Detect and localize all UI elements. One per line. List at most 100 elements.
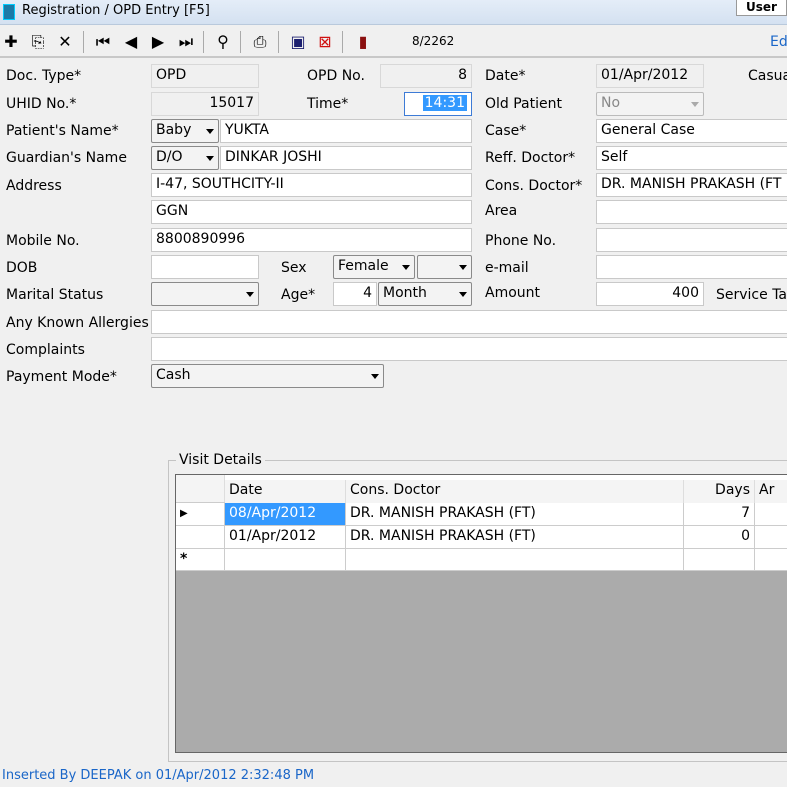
- doc-type-field[interactable]: OPD: [151, 64, 259, 88]
- new-row[interactable]: *: [176, 549, 787, 571]
- patient-prefix-dropdown[interactable]: Baby: [151, 119, 219, 143]
- age-unit-dropdown[interactable]: Month: [378, 282, 472, 306]
- address-line2-field[interactable]: GGN: [151, 200, 472, 224]
- cons-doctor-field[interactable]: DR. MANISH PRAKASH (FT: [596, 173, 787, 197]
- email-field[interactable]: [596, 255, 787, 279]
- delete-icon[interactable]: ✕: [54, 30, 76, 54]
- toolbar: ✚ ⎘ ✕ ⏮ ◀ ▶ ⏭ ⚲ ⎙ ▣ ⊠ ▮ 8/2262 Ed: [0, 26, 787, 58]
- marital-status-dropdown[interactable]: [151, 282, 259, 306]
- age-unit-value: Month: [383, 285, 427, 301]
- add-icon[interactable]: ✚: [0, 30, 22, 54]
- prefix-value: Baby: [156, 122, 192, 138]
- visit-doctor-cell[interactable]: DR. MANISH PRAKASH (FT): [346, 503, 684, 525]
- title-bar: Registration / OPD Entry [F5] User: [0, 0, 787, 25]
- patient-name-field[interactable]: YUKTA: [220, 119, 472, 143]
- case-label: Case*: [485, 123, 527, 139]
- date-field[interactable]: 01/Apr/2012: [596, 64, 704, 88]
- separator: [240, 31, 241, 53]
- table-row[interactable]: ▶ 08/Apr/2012 DR. MANISH PRAKASH (FT) 7: [176, 503, 787, 526]
- service-tax-label: Service Ta: [716, 287, 787, 303]
- reff-doctor-label: Reff. Doctor*: [485, 150, 576, 166]
- time-field[interactable]: 14:31: [404, 92, 472, 116]
- mobile-field[interactable]: 8800890996: [151, 228, 472, 252]
- complaints-field[interactable]: [151, 337, 787, 361]
- table-row[interactable]: 01/Apr/2012 DR. MANISH PRAKASH (FT) 0: [176, 526, 787, 549]
- patient-name-label: Patient's Name*: [6, 123, 119, 139]
- edit-link[interactable]: Ed: [770, 34, 787, 50]
- status-bar-text: Inserted By DEEPAK on 01/Apr/2012 2:32:4…: [2, 768, 315, 783]
- visit-days-cell[interactable]: 0: [684, 526, 755, 548]
- chevron-down-icon: [371, 374, 379, 379]
- new-doctor-cell[interactable]: [346, 549, 684, 570]
- cancel-save-icon[interactable]: ⊠: [314, 30, 336, 54]
- phone-field[interactable]: [596, 228, 787, 252]
- amount-label: Amount: [485, 285, 541, 301]
- area-field[interactable]: [596, 200, 787, 224]
- guardian-relation-dropdown[interactable]: D/O: [151, 146, 219, 170]
- old-patient-dropdown[interactable]: No: [596, 92, 704, 116]
- first-record-icon[interactable]: ⏮: [92, 30, 114, 54]
- record-position: 8/2262: [412, 34, 455, 48]
- chevron-down-icon: [691, 102, 699, 107]
- new-amount-cell[interactable]: [755, 549, 787, 570]
- row-header-corner: [176, 475, 225, 502]
- phone-label: Phone No.: [485, 233, 557, 249]
- address-line1-field[interactable]: I-47, SOUTHCITY-II: [151, 173, 472, 197]
- casualty-label: Casua: [748, 68, 787, 84]
- complaints-label: Complaints: [6, 342, 85, 358]
- area-label: Area: [485, 203, 518, 219]
- new-date-cell[interactable]: [225, 549, 346, 570]
- find-binoculars-icon[interactable]: ⚲: [212, 30, 234, 54]
- visit-doctor-cell[interactable]: DR. MANISH PRAKASH (FT): [346, 526, 684, 548]
- mobile-label: Mobile No.: [6, 233, 80, 249]
- allergies-field[interactable]: [151, 310, 787, 334]
- copy-icon[interactable]: ⎘: [27, 30, 49, 54]
- new-row-indicator: *: [176, 549, 225, 570]
- separator: [83, 31, 84, 53]
- sex-dropdown[interactable]: Female: [333, 255, 415, 279]
- allergies-label: Any Known Allergies: [6, 315, 149, 331]
- old-patient-label: Old Patient: [485, 96, 562, 112]
- visit-details-title: Visit Details: [176, 452, 265, 468]
- marital-status-label: Marital Status: [6, 287, 104, 303]
- visit-details-grid: Date Cons. Doctor Days Ar ▶ 08/Apr/2012 …: [175, 474, 787, 753]
- age-field[interactable]: 4: [333, 282, 377, 306]
- visit-date-cell[interactable]: 01/Apr/2012: [225, 526, 346, 548]
- case-field[interactable]: General Case: [596, 119, 787, 143]
- save-icon[interactable]: ▣: [287, 30, 309, 54]
- guardian-label: Guardian's Name: [6, 150, 127, 166]
- chevron-down-icon: [459, 265, 467, 270]
- app-icon: [3, 4, 15, 20]
- opd-no-field[interactable]: 8: [380, 64, 472, 88]
- separator: [278, 31, 279, 53]
- opd-no-label: OPD No.: [307, 68, 365, 84]
- previous-record-icon[interactable]: ◀: [120, 30, 142, 54]
- chevron-down-icon: [206, 129, 214, 134]
- doc-type-label: Doc. Type*: [6, 68, 82, 84]
- uhid-field[interactable]: 15017: [151, 92, 259, 116]
- print-icon[interactable]: ⎙: [249, 30, 271, 54]
- next-record-icon[interactable]: ▶: [147, 30, 169, 54]
- visit-amount-cell[interactable]: [755, 526, 787, 548]
- visit-amount-cell[interactable]: [755, 503, 787, 525]
- payment-mode-dropdown[interactable]: Cash: [151, 364, 384, 388]
- uhid-label: UHID No.*: [6, 96, 77, 112]
- time-label: Time*: [307, 96, 349, 112]
- dob-field[interactable]: [151, 255, 259, 279]
- chevron-down-icon: [402, 265, 410, 270]
- address-label: Address: [6, 178, 62, 194]
- age-label: Age*: [281, 287, 316, 303]
- dob-label: DOB: [6, 260, 38, 276]
- reff-doctor-field[interactable]: Self: [596, 146, 787, 170]
- sex-extra-dropdown[interactable]: [417, 255, 472, 279]
- guardian-name-field[interactable]: DINKAR JOSHI: [220, 146, 472, 170]
- payment-mode-value: Cash: [156, 367, 191, 383]
- exit-icon[interactable]: ▮: [352, 30, 374, 54]
- amount-field[interactable]: 400: [596, 282, 704, 306]
- last-record-icon[interactable]: ⏭: [175, 30, 197, 54]
- user-tab[interactable]: User: [736, 0, 787, 16]
- separator: [342, 31, 343, 53]
- new-days-cell[interactable]: [684, 549, 755, 570]
- visit-date-cell[interactable]: 08/Apr/2012: [225, 503, 346, 525]
- visit-days-cell[interactable]: 7: [684, 503, 755, 525]
